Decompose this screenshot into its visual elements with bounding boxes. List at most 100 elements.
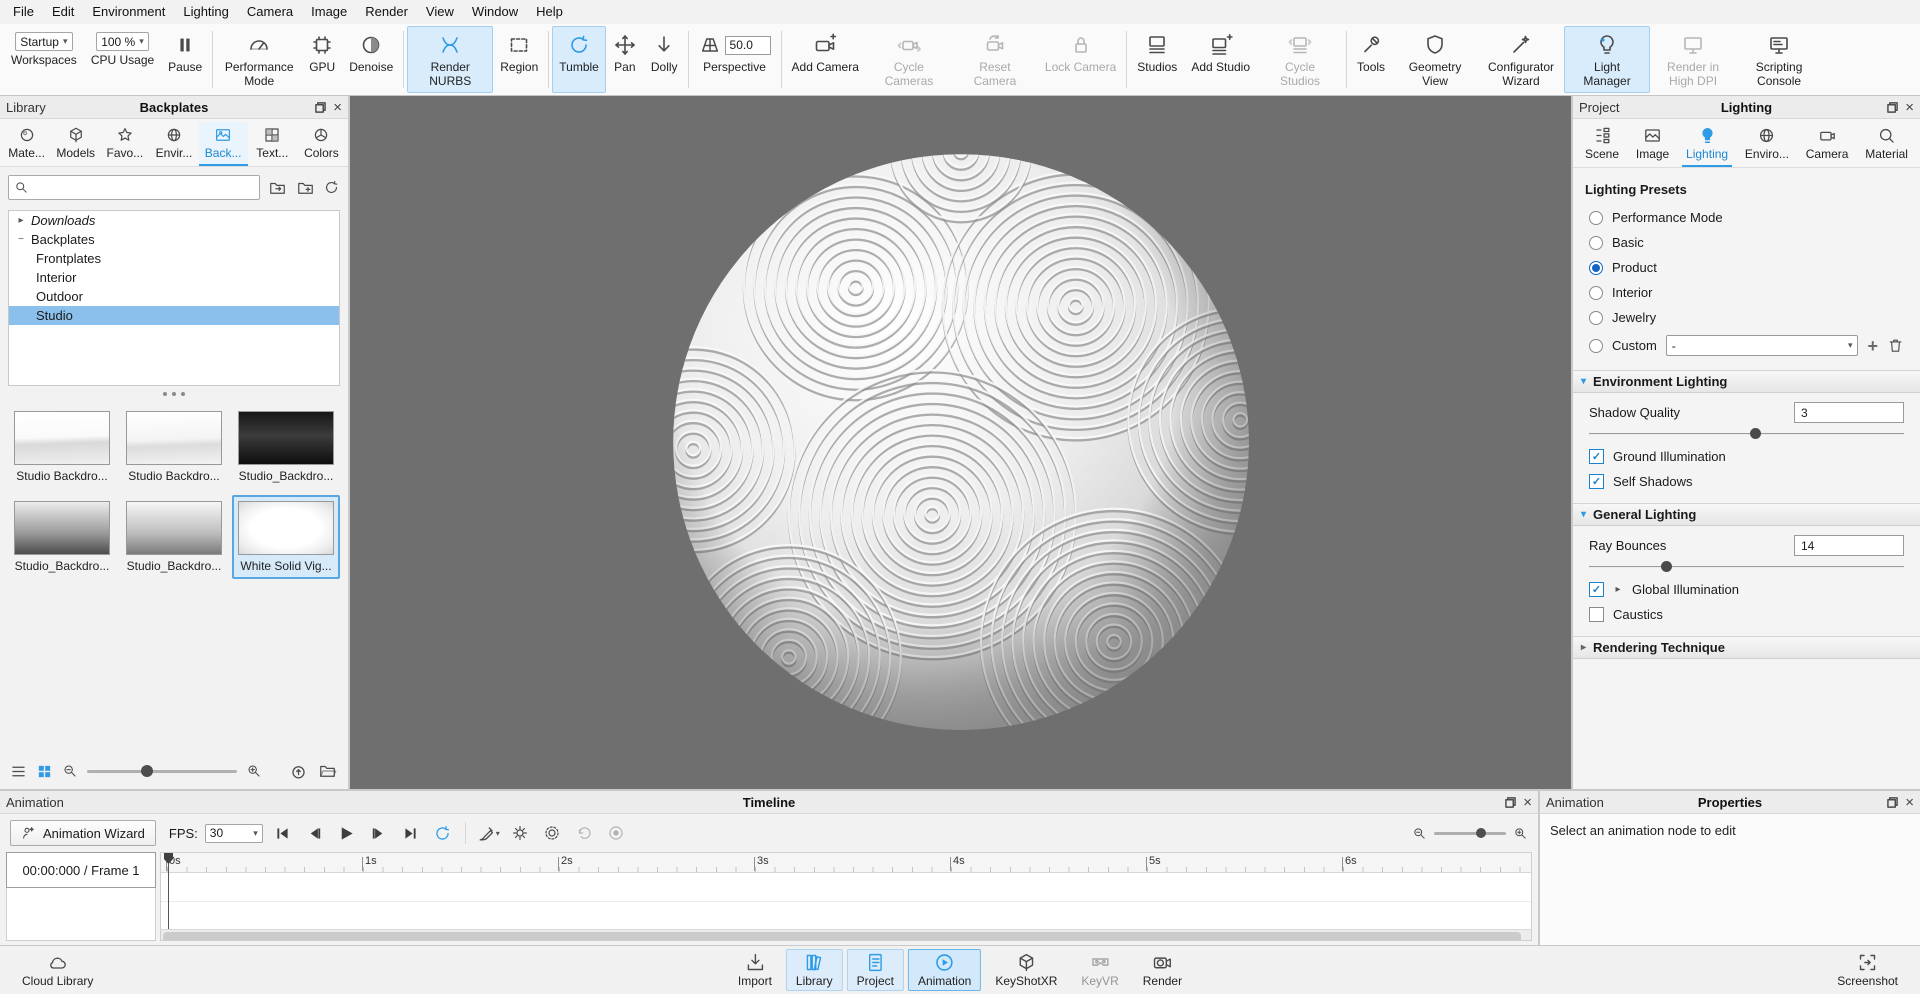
environment-lighting-section-header[interactable]: ▾Environment Lighting [1573, 370, 1920, 393]
library-search-input[interactable] [8, 175, 260, 200]
menu-render[interactable]: Render [356, 0, 417, 24]
shadow-quality-slider[interactable] [1589, 427, 1904, 441]
float-panel-icon[interactable] [315, 102, 326, 113]
close-icon[interactable]: × [1905, 795, 1914, 810]
tumble-button[interactable]: Tumble [552, 26, 606, 93]
perspective-input[interactable]: 50.0 [725, 36, 771, 55]
keyframe-pen-button[interactable]: ▾ [476, 821, 501, 846]
timeline-zoom-slider[interactable] [1434, 832, 1506, 835]
menu-file[interactable]: File [4, 0, 43, 24]
tab-material[interactable]: Material [1861, 122, 1912, 167]
ground-illumination-checkbox[interactable]: ✓Ground Illumination [1573, 444, 1920, 469]
ribbon-project-button[interactable]: Project [847, 949, 904, 991]
global-illumination-checkbox[interactable]: ✓▸Global Illumination [1573, 577, 1920, 602]
scripting-console-button[interactable]: Scripting Console [1736, 26, 1822, 93]
tab-materials[interactable]: Mate... [2, 122, 51, 166]
tree-item-downloads[interactable]: ▸Downloads [9, 211, 339, 230]
close-icon[interactable]: × [1905, 100, 1914, 115]
custom-preset-select[interactable]: -▾ [1666, 335, 1859, 356]
delete-preset-icon[interactable] [1887, 337, 1904, 354]
play-button[interactable] [334, 821, 359, 846]
studios-button[interactable]: Studios [1130, 26, 1184, 93]
geometry-view-button[interactable]: Geometry View [1392, 26, 1478, 93]
screenshot-button[interactable]: Screenshot [1827, 949, 1908, 991]
record-icon[interactable] [604, 821, 629, 846]
cloud-library-button[interactable]: Cloud Library [12, 950, 103, 991]
menu-edit[interactable]: Edit [43, 0, 83, 24]
tab-lighting[interactable]: Lighting [1682, 122, 1732, 167]
thumbnail-item[interactable]: Studio Backdro... [120, 405, 228, 489]
pan-button[interactable]: Pan [606, 26, 644, 93]
thumbnail-item[interactable]: Studio_Backdro... [232, 405, 340, 489]
preset-product[interactable]: Product [1573, 255, 1920, 280]
float-panel-icon[interactable] [1887, 797, 1898, 808]
pause-button[interactable]: Pause [161, 26, 209, 93]
tab-scene[interactable]: Scene [1581, 122, 1623, 167]
ray-bounces-input[interactable]: 14 [1794, 535, 1904, 556]
tab-models[interactable]: Models [51, 122, 100, 166]
tab-favorites[interactable]: Favo... [100, 122, 149, 166]
tab-textures[interactable]: Text... [248, 122, 297, 166]
scrollbar-thumb[interactable] [163, 932, 1521, 941]
tab-environments[interactable]: Envir... [149, 122, 198, 166]
tools-button[interactable]: Tools [1350, 26, 1392, 93]
animation-track-lane[interactable] [161, 873, 1531, 929]
preset-performance-mode[interactable]: Performance Mode [1573, 205, 1920, 230]
menu-view[interactable]: View [417, 0, 463, 24]
render-high-dpi-button[interactable]: Render in High DPI [1650, 26, 1736, 93]
rendering-technique-section-header[interactable]: ▸Rendering Technique [1573, 636, 1920, 659]
loop-playback-button[interactable] [430, 821, 455, 846]
workspaces-select[interactable]: Startup▾ [15, 32, 72, 51]
animation-wizard-button[interactable]: Animation Wizard [10, 820, 156, 846]
ribbon-keyshotxr-button[interactable]: KeyShotXR [985, 949, 1067, 991]
gpu-button[interactable]: GPU [302, 26, 342, 93]
float-panel-icon[interactable] [1505, 797, 1516, 808]
ribbon-import-button[interactable]: Import [728, 949, 782, 991]
general-lighting-section-header[interactable]: ▾General Lighting [1573, 503, 1920, 526]
timeline-playhead[interactable] [168, 853, 169, 929]
cpu-usage-control[interactable]: 100 %▾ CPU Usage [84, 26, 161, 93]
skip-to-start-button[interactable] [270, 821, 295, 846]
thumbnail-item[interactable]: Studio_Backdro... [120, 495, 228, 579]
thumbnail-item[interactable]: Studio_Backdro... [8, 495, 116, 579]
next-frame-button[interactable] [366, 821, 391, 846]
close-icon[interactable]: × [1523, 795, 1532, 810]
zoom-in-icon[interactable] [246, 763, 262, 779]
skip-to-end-button[interactable] [398, 821, 423, 846]
preset-custom[interactable]: Custom -▾ + [1573, 330, 1920, 361]
zoom-out-icon[interactable] [62, 763, 78, 779]
list-view-icon[interactable] [10, 763, 27, 780]
refresh-icon[interactable] [323, 179, 340, 196]
menu-lighting[interactable]: Lighting [174, 0, 238, 24]
caustics-checkbox[interactable]: Caustics [1573, 602, 1920, 627]
settings-gear-icon[interactable] [508, 821, 533, 846]
tree-item-outdoor[interactable]: Outdoor [9, 287, 339, 306]
menu-image[interactable]: Image [302, 0, 356, 24]
tab-environment[interactable]: Enviro... [1741, 122, 1793, 167]
dolly-button[interactable]: Dolly [644, 26, 685, 93]
cpu-usage-select[interactable]: 100 %▾ [96, 32, 149, 51]
menu-window[interactable]: Window [463, 0, 527, 24]
ribbon-render-button[interactable]: Render [1133, 949, 1192, 991]
grid-view-icon[interactable] [36, 763, 53, 780]
link-folder-icon[interactable] [267, 179, 288, 197]
close-icon[interactable]: × [333, 100, 342, 115]
preset-interior[interactable]: Interior [1573, 280, 1920, 305]
thumbnail-size-slider[interactable] [87, 770, 237, 773]
panel-splitter-handle[interactable] [0, 386, 348, 401]
cycle-cameras-button[interactable]: Cycle Cameras [866, 26, 952, 93]
ribbon-library-button[interactable]: Library [786, 949, 843, 991]
add-camera-button[interactable]: Add Camera [785, 26, 866, 93]
workspaces-control[interactable]: Startup▾ Workspaces [4, 26, 84, 93]
float-panel-icon[interactable] [1887, 102, 1898, 113]
tab-backplates[interactable]: Back... [199, 122, 248, 166]
timeline-zoom-out-icon[interactable] [1412, 826, 1427, 841]
tree-item-frontplates[interactable]: Frontplates [9, 249, 339, 268]
fps-select[interactable]: 30▾ [205, 824, 263, 843]
perspective-control[interactable]: 50.0 Perspective [692, 26, 778, 93]
ray-bounces-slider[interactable] [1589, 560, 1904, 574]
tab-camera[interactable]: Camera [1802, 122, 1853, 167]
render-nurbs-button[interactable]: Render NURBS [407, 26, 493, 93]
timeline-zoom-in-icon[interactable] [1513, 826, 1528, 841]
tab-image[interactable]: Image [1632, 122, 1673, 167]
